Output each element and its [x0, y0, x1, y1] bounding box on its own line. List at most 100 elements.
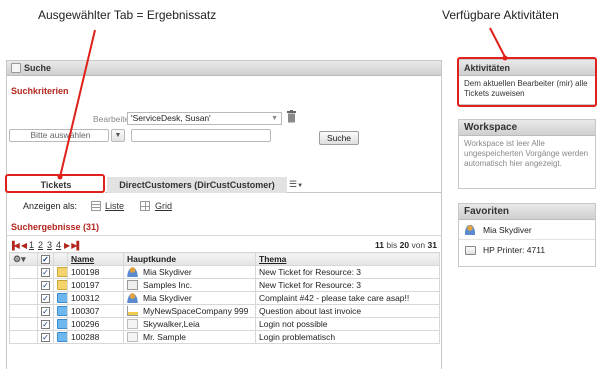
printer-icon [465, 245, 476, 255]
results-divider [7, 235, 441, 236]
ticket-topic: Login problematisch [255, 330, 440, 344]
page-link-2[interactable]: 2 [38, 240, 43, 250]
table-row[interactable]: ✓ 100296 Skywalker,Leia Login not possible [9, 317, 440, 331]
ticket-customer: MyNewSpaceCompany 999 [123, 304, 256, 318]
icon-column-header [53, 252, 68, 266]
favorite-item[interactable]: HP Printer: 4711 [459, 240, 595, 260]
row-icon-cell [53, 278, 68, 292]
criteria-select-arrow[interactable]: ▼ [111, 129, 125, 142]
prev-page-icon[interactable]: ◀ [21, 241, 27, 250]
gear-icon: ⚙▾ [13, 253, 26, 264]
activities-title: Aktivitäten [459, 60, 595, 76]
activities-panel: Aktivitäten Dem aktuellen Bearbeiter (mi… [458, 59, 596, 105]
column-header-name[interactable]: Name [67, 252, 124, 266]
ticket-icon [57, 332, 67, 343]
ticket-icon [57, 293, 67, 304]
customer-label: Mia Skydiver [143, 266, 192, 277]
customer-icon [127, 332, 138, 343]
row-checkbox[interactable]: ✓ [41, 307, 50, 317]
ticket-name[interactable]: 100307 [67, 304, 124, 318]
trash-icon[interactable] [287, 110, 296, 123]
view-list-link[interactable]: Liste [105, 201, 124, 211]
tab-direct-customers[interactable]: DirectCustomers (DirCustCustomer) [107, 177, 287, 193]
row-icon-cell [53, 304, 68, 318]
customer-label: Skywalker,Leia [143, 318, 200, 329]
select-all-cell: ✓ [37, 252, 54, 266]
table-row[interactable]: ✓ 100307 MyNewSpaceCompany 999 Question abo… [9, 304, 440, 318]
annotation-activities: Verfügbare Aktivitäten [442, 8, 559, 22]
ticket-name[interactable]: 100198 [67, 265, 124, 279]
favorites-panel: Favoriten Mia Skydiver HP Printer: 4711 [458, 203, 596, 267]
search-panel-icon [11, 63, 21, 73]
callout-line-activities [489, 27, 506, 58]
row-checkbox[interactable]: ✓ [41, 294, 50, 304]
criteria-select[interactable]: Bitte auswählen [9, 129, 109, 142]
assign-tickets-action[interactable]: Dem aktuellen Bearbeiter (mir) alle Tick… [459, 76, 595, 102]
next-page-icon[interactable]: ▶ [64, 241, 70, 250]
ticket-topic: New Ticket for Resource: 3 [255, 265, 440, 279]
range-total: 31 [427, 240, 437, 250]
row-select-cell: ✓ [37, 265, 54, 279]
list-icon[interactable] [91, 201, 101, 211]
grid-icon[interactable] [140, 201, 150, 211]
workspace-panel: Workspace Workspace ist leer Alle ungesp… [458, 119, 596, 189]
row-checkbox[interactable]: ✓ [41, 281, 50, 291]
ticket-customer: Mia Skydiver [123, 265, 256, 279]
row-checkbox[interactable]: ✓ [41, 320, 50, 330]
page-link-3[interactable]: 3 [47, 240, 52, 250]
page-link-1[interactable]: 1 [29, 240, 34, 250]
row-icon-cell [53, 317, 68, 331]
ticket-name[interactable]: 100296 [67, 317, 124, 331]
favorite-item[interactable]: Mia Skydiver [459, 220, 595, 240]
tab-menu-button[interactable]: ☰▼ [289, 179, 313, 191]
tab-bar: Tickets DirectCustomers (DirCustCustomer… [7, 177, 441, 193]
folder-icon [57, 280, 67, 291]
row-icon-cell [53, 291, 68, 305]
ticket-name[interactable]: 100312 [67, 291, 124, 305]
row-select-cell: ✓ [37, 278, 54, 292]
row-select-cell: ✓ [37, 304, 54, 318]
table-row[interactable]: ✓ 100198 Mia Skydiver New Ticket for Resour… [9, 265, 440, 279]
range-mid: bis [386, 240, 398, 250]
row-checkbox[interactable]: ✓ [41, 333, 50, 343]
range-from: 11 [374, 240, 384, 250]
favorites-title: Favoriten [459, 204, 595, 220]
row-spacer [9, 304, 38, 318]
tab-tickets[interactable]: Tickets [7, 177, 105, 193]
bearbeiter-select[interactable]: 'ServiceDesk, Susan' ▼ [127, 112, 282, 125]
select-all-checkbox[interactable]: ✓ [41, 255, 50, 265]
ticket-topic: New Ticket for Resource: 3 [255, 278, 440, 292]
person-icon [127, 293, 138, 304]
row-spacer [9, 291, 38, 305]
ticket-name[interactable]: 100197 [67, 278, 124, 292]
table-row[interactable]: ✓ 100197 Samples Inc. New Ticket for Resour… [9, 278, 440, 292]
ticket-name[interactable]: 100288 [67, 330, 124, 344]
last-page-icon[interactable]: ▶▌ [71, 241, 82, 250]
pager: ▐◀ ◀ 1 2 3 4 ▶ ▶▌ [9, 240, 82, 250]
table-row[interactable]: ✓ 100288 Mr. Sample Login problematisch [9, 330, 440, 344]
row-checkbox[interactable]: ✓ [41, 268, 50, 278]
view-grid-link[interactable]: Grid [155, 201, 172, 211]
results-body: ✓ 100198 Mia Skydiver New Ticket for Resour… [9, 265, 440, 344]
search-button[interactable]: Suche [319, 131, 359, 145]
column-settings[interactable]: ⚙▾ [9, 252, 38, 266]
company-icon [127, 280, 138, 291]
customer-label: Samples Inc. [143, 279, 193, 290]
person-icon [465, 224, 475, 235]
customer-icon [127, 319, 138, 330]
search-panel-header: Suche [7, 61, 441, 76]
first-page-icon[interactable]: ▐◀ [9, 241, 20, 250]
ticket-icon [57, 306, 67, 317]
search-criteria-title: Suchkriterien [11, 86, 69, 96]
range-to: 20 [399, 240, 410, 250]
column-header-customer[interactable]: Hauptkunde [123, 252, 256, 266]
workspace-title: Workspace [459, 120, 595, 136]
ticket-customer: Mia Skydiver [123, 291, 256, 305]
table-row[interactable]: ✓ 100312 Mia Skydiver Complaint #42 - pleas… [9, 291, 440, 305]
criteria-value-input[interactable] [131, 129, 271, 142]
workspace-empty-text: Workspace ist leer Alle ungespeicherten … [464, 139, 589, 168]
column-header-topic[interactable]: Thema [255, 252, 440, 266]
row-icon-cell [53, 265, 68, 279]
row-select-cell: ✓ [37, 291, 54, 305]
page-link-4[interactable]: 4 [56, 240, 61, 250]
